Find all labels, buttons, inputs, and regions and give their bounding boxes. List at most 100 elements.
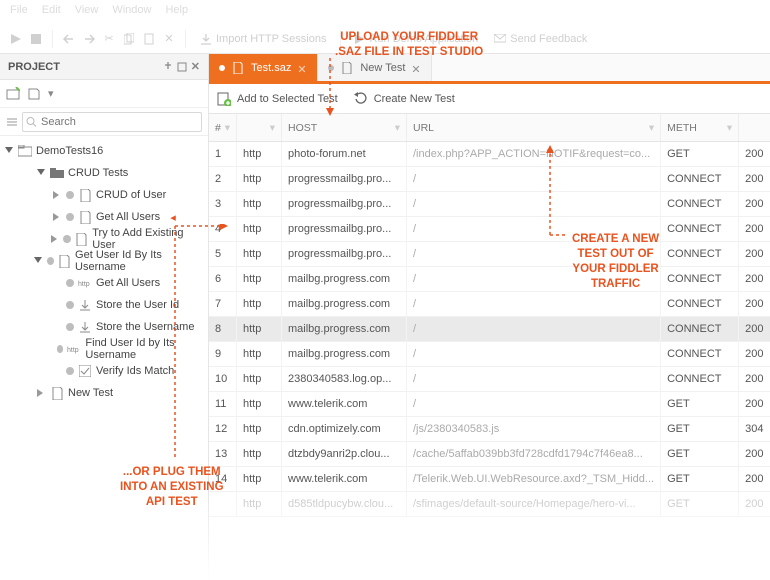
project-search-input[interactable] bbox=[22, 112, 202, 132]
import-sessions-button[interactable]: Import HTTP Sessions bbox=[194, 31, 332, 47]
project-header: PROJECT ✕ bbox=[0, 54, 208, 80]
tab-new-test[interactable]: New Test ✕ bbox=[318, 54, 432, 81]
grid-row[interactable]: 13 http dtzbdy9anri2p.clou... /cache/5af… bbox=[209, 442, 770, 467]
tree-node-crud[interactable]: CRUD Tests bbox=[4, 162, 208, 184]
grid-row[interactable]: 3 http progressmailbg.pro... / CONNECT 2… bbox=[209, 192, 770, 217]
tree-node-crud-user[interactable]: CRUD of User bbox=[4, 184, 208, 206]
col-method[interactable]: METH▾ bbox=[661, 114, 739, 141]
tab-label: Test.saz bbox=[251, 62, 291, 74]
cell-url: / bbox=[407, 242, 661, 266]
cell-status: 200 bbox=[739, 267, 770, 291]
http-icon: http bbox=[78, 276, 92, 290]
tree-node-step-store-id[interactable]: Store the User Id bbox=[4, 294, 208, 316]
menu-view[interactable]: View bbox=[75, 4, 99, 20]
grid-row[interactable]: 1 http photo-forum.net /index.php?APP_AC… bbox=[209, 142, 770, 167]
grid-row[interactable]: 8 http mailbg.progress.com / CONNECT 200… bbox=[209, 317, 770, 342]
cell-url: / bbox=[407, 342, 661, 366]
expand-icon[interactable] bbox=[52, 212, 62, 222]
main-toolbar: ✂ ✕ Import HTTP Sessions Run Demo Applic… bbox=[0, 24, 770, 54]
cell-index: 14 bbox=[209, 467, 237, 491]
cell-status: 200 bbox=[739, 492, 770, 516]
grid-row[interactable]: 7 http mailbg.progress.com / CONNECT 200… bbox=[209, 292, 770, 317]
pin-icon[interactable] bbox=[163, 62, 173, 72]
cell-status: 200 bbox=[739, 392, 770, 416]
cell-status: 200 bbox=[739, 292, 770, 316]
tab-close-icon[interactable]: ✕ bbox=[411, 63, 421, 73]
col-url[interactable]: URL▾ bbox=[407, 114, 661, 141]
undo-icon[interactable] bbox=[61, 31, 77, 47]
close-panel-icon[interactable]: ✕ bbox=[191, 60, 200, 73]
cell-host: mailbg.progress.com bbox=[282, 292, 407, 316]
tree-node-new-test-tree[interactable]: New Test bbox=[4, 382, 208, 404]
cell-index: 10 bbox=[209, 367, 237, 391]
doc-icon bbox=[58, 254, 71, 268]
cell-url: /cache/5affab039bb3fd728cdfd1794c7f46ea8… bbox=[407, 442, 661, 466]
save-icon[interactable] bbox=[28, 88, 40, 100]
grid-row[interactable]: 5 http progressmailbg.pro... / CONNECT 2… bbox=[209, 242, 770, 267]
grid-row[interactable]: 9 http mailbg.progress.com / CONNECT 200… bbox=[209, 342, 770, 367]
cell-host: progressmailbg.pro... bbox=[282, 217, 407, 241]
action-bar: Add to Selected Test Create New Test bbox=[209, 84, 770, 114]
tree-label: Find User Id by Its Username bbox=[85, 337, 204, 361]
new-project-icon[interactable] bbox=[6, 87, 20, 101]
menu-help[interactable]: Help bbox=[165, 4, 188, 20]
copy-icon[interactable] bbox=[121, 31, 137, 47]
grid-row[interactable]: 12 http cdn.optimizely.com /js/238034058… bbox=[209, 417, 770, 442]
tree-node-get-all[interactable]: Get All Users◂ bbox=[4, 206, 208, 228]
expand-icon[interactable] bbox=[36, 388, 46, 398]
tree-root[interactable]: DemoTests16 bbox=[4, 140, 208, 162]
cell-host: progressmailbg.pro... bbox=[282, 192, 407, 216]
tree-node-step-store-name[interactable]: Store the Username bbox=[4, 316, 208, 338]
tab-close-icon[interactable]: ✕ bbox=[297, 63, 307, 73]
expand-icon[interactable] bbox=[52, 190, 62, 200]
delete-icon[interactable]: ✕ bbox=[161, 31, 177, 47]
grid-row[interactable]: 10 http 2380340583.log.op... / CONNECT 2… bbox=[209, 367, 770, 392]
paste-icon[interactable] bbox=[141, 31, 157, 47]
collapse-icon[interactable] bbox=[36, 168, 46, 178]
project-panel: PROJECT ✕ ▾ DemoTests16 bbox=[0, 54, 209, 580]
menu-window[interactable]: Window bbox=[112, 4, 151, 20]
feedback-button[interactable]: Send Feedback bbox=[488, 31, 593, 47]
tree-node-try-add[interactable]: Try to Add Existing User bbox=[4, 228, 208, 250]
collapse-icon[interactable] bbox=[6, 116, 18, 128]
col-proto[interactable]: ▾ bbox=[237, 114, 282, 141]
cell-status: 200 bbox=[739, 142, 770, 166]
tree-node-get-user-by-name[interactable]: Get User Id By Its Username bbox=[4, 250, 208, 272]
grid-row[interactable]: 6 http mailbg.progress.com / CONNECT 200… bbox=[209, 267, 770, 292]
grid-row[interactable]: 11 http www.telerik.com / GET 200 0 ms bbox=[209, 392, 770, 417]
grid-row[interactable]: 2 http progressmailbg.pro... / CONNECT 2… bbox=[209, 167, 770, 192]
create-new-test-button[interactable]: Create New Test bbox=[354, 92, 455, 106]
cell-host: mailbg.progress.com bbox=[282, 342, 407, 366]
cell-index: 3 bbox=[209, 192, 237, 216]
debug-icon[interactable] bbox=[28, 31, 44, 47]
expand-icon[interactable] bbox=[50, 234, 60, 244]
tree-label: Verify Ids Match bbox=[96, 365, 174, 377]
grid-row[interactable]: 4 http progressmailbg.pro... / CONNECT 2… bbox=[209, 217, 770, 242]
tree-node-step-find[interactable]: httpFind User Id by Its Username bbox=[4, 338, 208, 360]
filter-icon[interactable]: ▾ bbox=[225, 122, 230, 134]
tree-node-step-verify[interactable]: Verify Ids Match bbox=[4, 360, 208, 382]
col-status[interactable]: ▾ bbox=[739, 114, 770, 141]
tab-test-saz[interactable]: Test.saz ✕ bbox=[209, 54, 318, 81]
tree-node-step-get-all[interactable]: httpGet All Users bbox=[4, 272, 208, 294]
grid-row[interactable]: http d585tldpucybw.clou... /sfimages/def… bbox=[209, 492, 770, 517]
cut-icon[interactable]: ✂ bbox=[101, 31, 117, 47]
grid-row[interactable]: 14 http www.telerik.com /Telerik.Web.UI.… bbox=[209, 467, 770, 492]
check-icon bbox=[78, 364, 92, 378]
add-to-test-button[interactable]: Add to Selected Test bbox=[217, 92, 338, 106]
menu-edit[interactable]: Edit bbox=[42, 4, 61, 20]
cell-status: 200 bbox=[739, 217, 770, 241]
collapse-icon[interactable] bbox=[34, 256, 43, 266]
cell-status: 200 bbox=[739, 167, 770, 191]
col-host[interactable]: HOST▾ bbox=[282, 114, 407, 141]
menu-file[interactable]: File bbox=[10, 4, 28, 20]
run-demo-button[interactable]: Run Demo Application bbox=[349, 31, 484, 47]
maximize-icon[interactable] bbox=[177, 62, 187, 72]
redo-icon[interactable] bbox=[81, 31, 97, 47]
cell-status: 200 bbox=[739, 467, 770, 491]
cell-index: 12 bbox=[209, 417, 237, 441]
cell-method: CONNECT bbox=[661, 242, 739, 266]
run-icon[interactable] bbox=[8, 31, 24, 47]
col-index[interactable]: #▾ bbox=[209, 114, 237, 141]
cell-url: / bbox=[407, 317, 661, 341]
